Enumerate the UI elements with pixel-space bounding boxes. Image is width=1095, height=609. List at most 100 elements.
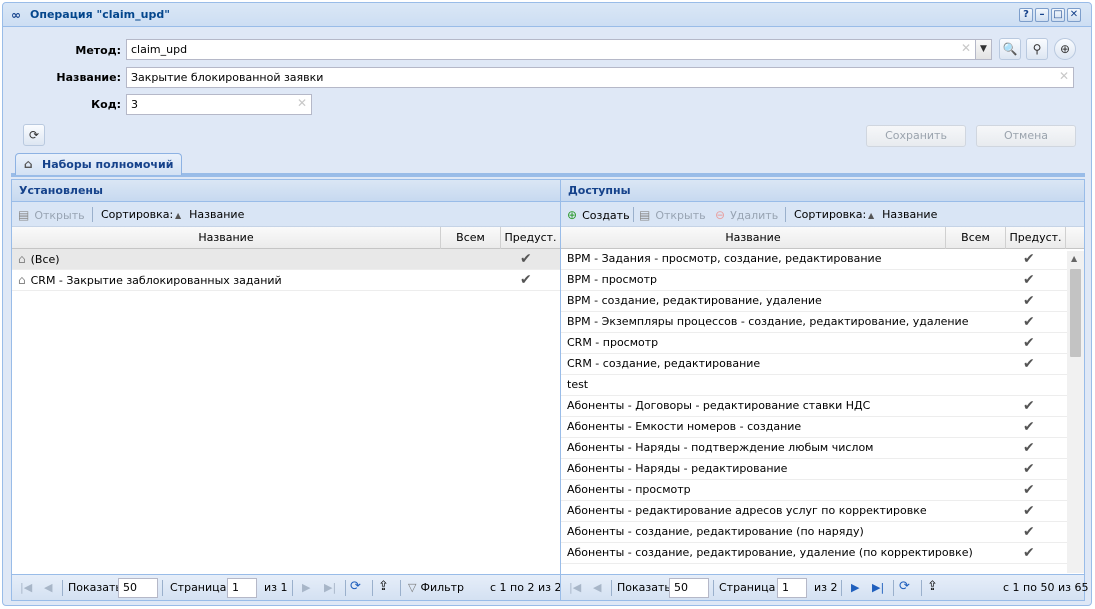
column-header-predefined[interactable]: Предуст. bbox=[1006, 227, 1066, 249]
tab-permission-sets[interactable]: ⌂ Наборы полномочий bbox=[15, 153, 183, 175]
open-button[interactable]: ▤ Открыть bbox=[18, 208, 85, 222]
column-header-all[interactable]: Всем bbox=[946, 227, 1006, 249]
vertical-scrollbar[interactable]: ▲ bbox=[1067, 251, 1084, 573]
page-input[interactable]: 1 bbox=[777, 578, 807, 598]
code-field[interactable]: 3 ✕ bbox=[126, 94, 312, 115]
table-row[interactable]: ⌂ (Все) ✔ bbox=[12, 249, 560, 270]
refresh-icon[interactable]: ⟳ bbox=[899, 579, 910, 594]
help-tool-icon[interactable]: ? bbox=[1019, 8, 1033, 22]
installed-rows: ⌂ (Все) ✔ ⌂ CRM - Закрытие заблокированных… bbox=[12, 249, 560, 291]
column-header-all[interactable]: Всем bbox=[441, 227, 501, 249]
filter-button[interactable]: ▽ Фильтр bbox=[408, 581, 464, 594]
table-row[interactable]: BPM - Экземпляры процессов - создание, р… bbox=[561, 312, 1067, 333]
refresh-icon[interactable]: ⟳ bbox=[350, 579, 361, 594]
row-name: BPM - Задания - просмотр, создание, реда… bbox=[567, 252, 882, 265]
column-header-name[interactable]: Название bbox=[561, 227, 946, 249]
table-row[interactable]: ⌂ CRM - Закрытие заблокированных заданий … bbox=[12, 270, 560, 291]
sort-by-name-button[interactable]: ▲ Название bbox=[868, 208, 937, 221]
name-field[interactable]: Закрытие блокированной заявки ✕ bbox=[126, 67, 1074, 88]
search-icon[interactable]: 🔍 bbox=[999, 38, 1021, 60]
filter-icon: ▽ bbox=[408, 581, 417, 594]
pager-separator bbox=[893, 580, 894, 596]
table-row[interactable]: CRM - создание, редактирование ✔ bbox=[561, 354, 1067, 375]
page-size-input[interactable]: 50 bbox=[118, 578, 158, 598]
basket-icon: ⌂ bbox=[18, 273, 26, 287]
last-page-icon[interactable]: ▶| bbox=[872, 581, 884, 594]
show-label: Показать bbox=[617, 581, 671, 594]
scrollbar-thumb[interactable] bbox=[1070, 269, 1081, 357]
create-button[interactable]: ⊕ Создать bbox=[567, 208, 630, 222]
row-name: CRM - создание, редактирование bbox=[567, 357, 761, 370]
page-size-input[interactable]: 50 bbox=[669, 578, 709, 598]
check-icon: ✔ bbox=[1023, 314, 1035, 330]
check-icon: ✔ bbox=[1023, 503, 1035, 519]
cancel-button[interactable]: Отмена bbox=[976, 125, 1076, 147]
close-tool-icon[interactable]: ✕ bbox=[1067, 8, 1081, 22]
open-button[interactable]: ▤ Открыть bbox=[639, 208, 706, 222]
prev-page-icon[interactable]: ◀ bbox=[593, 581, 601, 594]
method-field[interactable]: claim_upd ✕ bbox=[126, 39, 976, 60]
table-row[interactable]: Абоненты - создание, редактирование (по … bbox=[561, 522, 1067, 543]
column-header-name[interactable]: Название bbox=[12, 227, 441, 249]
table-row[interactable]: Абоненты - Наряды - подтверждение любым … bbox=[561, 438, 1067, 459]
export-icon[interactable]: ⇪ bbox=[927, 579, 938, 594]
save-button[interactable]: Сохранить bbox=[866, 125, 966, 147]
row-name: Абоненты - редактирование адресов услуг … bbox=[567, 504, 927, 517]
refresh-icon[interactable]: ⟳ bbox=[23, 124, 45, 146]
sort-label: Сортировка: bbox=[101, 208, 174, 221]
table-row[interactable]: CRM - просмотр ✔ bbox=[561, 333, 1067, 354]
link-icon[interactable]: ⚲ bbox=[1026, 38, 1048, 60]
add-icon[interactable]: ⊕ bbox=[1054, 38, 1076, 60]
page-label: Страница bbox=[719, 581, 776, 594]
clear-icon[interactable]: ✕ bbox=[1059, 70, 1069, 83]
installed-toolbar: ▤ Открыть Сортировка: ▲ Название bbox=[12, 202, 560, 227]
toolbar-separator bbox=[785, 207, 786, 222]
row-name: BPM - создание, редактирование, удаление bbox=[567, 294, 822, 307]
window-title: Операция "claim_upd" bbox=[30, 8, 170, 21]
page-label: Страница bbox=[170, 581, 227, 594]
sort-by-name-button[interactable]: ▲ Название bbox=[175, 208, 244, 221]
table-row[interactable]: Абоненты - Договоры - редактирование ста… bbox=[561, 396, 1067, 417]
table-row[interactable]: Абоненты - Емкости номеров - создание ✔ bbox=[561, 417, 1067, 438]
maximize-tool-icon[interactable]: □ bbox=[1051, 8, 1065, 22]
pager-separator bbox=[292, 580, 293, 596]
check-icon: ✔ bbox=[1023, 545, 1035, 561]
table-row[interactable]: Абоненты - просмотр ✔ bbox=[561, 480, 1067, 501]
table-row[interactable]: Абоненты - Наряды - редактирование ✔ bbox=[561, 459, 1067, 480]
table-row[interactable]: BPM - просмотр ✔ bbox=[561, 270, 1067, 291]
available-toolbar: ⊕ Создать ▤ Открыть ⊖ Удалить Сортировка: ▲… bbox=[561, 202, 1084, 227]
delete-button[interactable]: ⊖ Удалить bbox=[715, 208, 778, 222]
page-input[interactable]: 1 bbox=[227, 578, 257, 598]
prev-page-icon[interactable]: ◀ bbox=[44, 581, 52, 594]
clear-icon[interactable]: ✕ bbox=[961, 42, 971, 55]
table-row[interactable]: Абоненты - создание, редактирование, уда… bbox=[561, 543, 1067, 564]
pager-separator bbox=[921, 580, 922, 596]
basket-icon: ⌂ bbox=[18, 252, 26, 266]
column-header-predefined[interactable]: Предуст. bbox=[501, 227, 560, 249]
minimize-tool-icon[interactable]: – bbox=[1035, 8, 1049, 22]
check-icon: ✔ bbox=[1023, 293, 1035, 309]
export-icon[interactable]: ⇪ bbox=[378, 579, 389, 594]
pager-separator bbox=[372, 580, 373, 596]
scroll-up-icon[interactable]: ▲ bbox=[1071, 254, 1077, 263]
row-name: CRM - просмотр bbox=[567, 336, 659, 349]
next-page-icon[interactable]: ▶ bbox=[302, 581, 310, 594]
pager-separator bbox=[713, 580, 714, 596]
method-dropdown-trigger[interactable]: ▼ bbox=[975, 39, 992, 60]
next-page-icon[interactable]: ▶ bbox=[851, 581, 859, 594]
name-value: Закрытие блокированной заявки bbox=[131, 71, 324, 84]
table-row[interactable]: BPM - создание, редактирование, удаление… bbox=[561, 291, 1067, 312]
table-row[interactable]: BPM - Задания - просмотр, создание, реда… bbox=[561, 249, 1067, 270]
available-pager: |◀ ◀ Показать 50 Страница 1 из 2 ▶ ▶| ⟳ … bbox=[561, 574, 1088, 600]
check-icon: ✔ bbox=[1023, 440, 1035, 456]
last-page-icon[interactable]: ▶| bbox=[324, 581, 336, 594]
clear-icon[interactable]: ✕ bbox=[297, 97, 307, 110]
first-page-icon[interactable]: |◀ bbox=[569, 581, 581, 594]
pager-separator bbox=[62, 580, 63, 596]
row-name: (Все) bbox=[30, 253, 60, 266]
first-page-icon[interactable]: |◀ bbox=[20, 581, 32, 594]
table-row[interactable]: test bbox=[561, 375, 1067, 396]
available-panel: Доступны ⊕ Создать ▤ Открыть ⊖ Удалить Сорт… bbox=[560, 179, 1088, 601]
method-value: claim_upd bbox=[131, 43, 188, 56]
table-row[interactable]: Абоненты - редактирование адресов услуг … bbox=[561, 501, 1067, 522]
